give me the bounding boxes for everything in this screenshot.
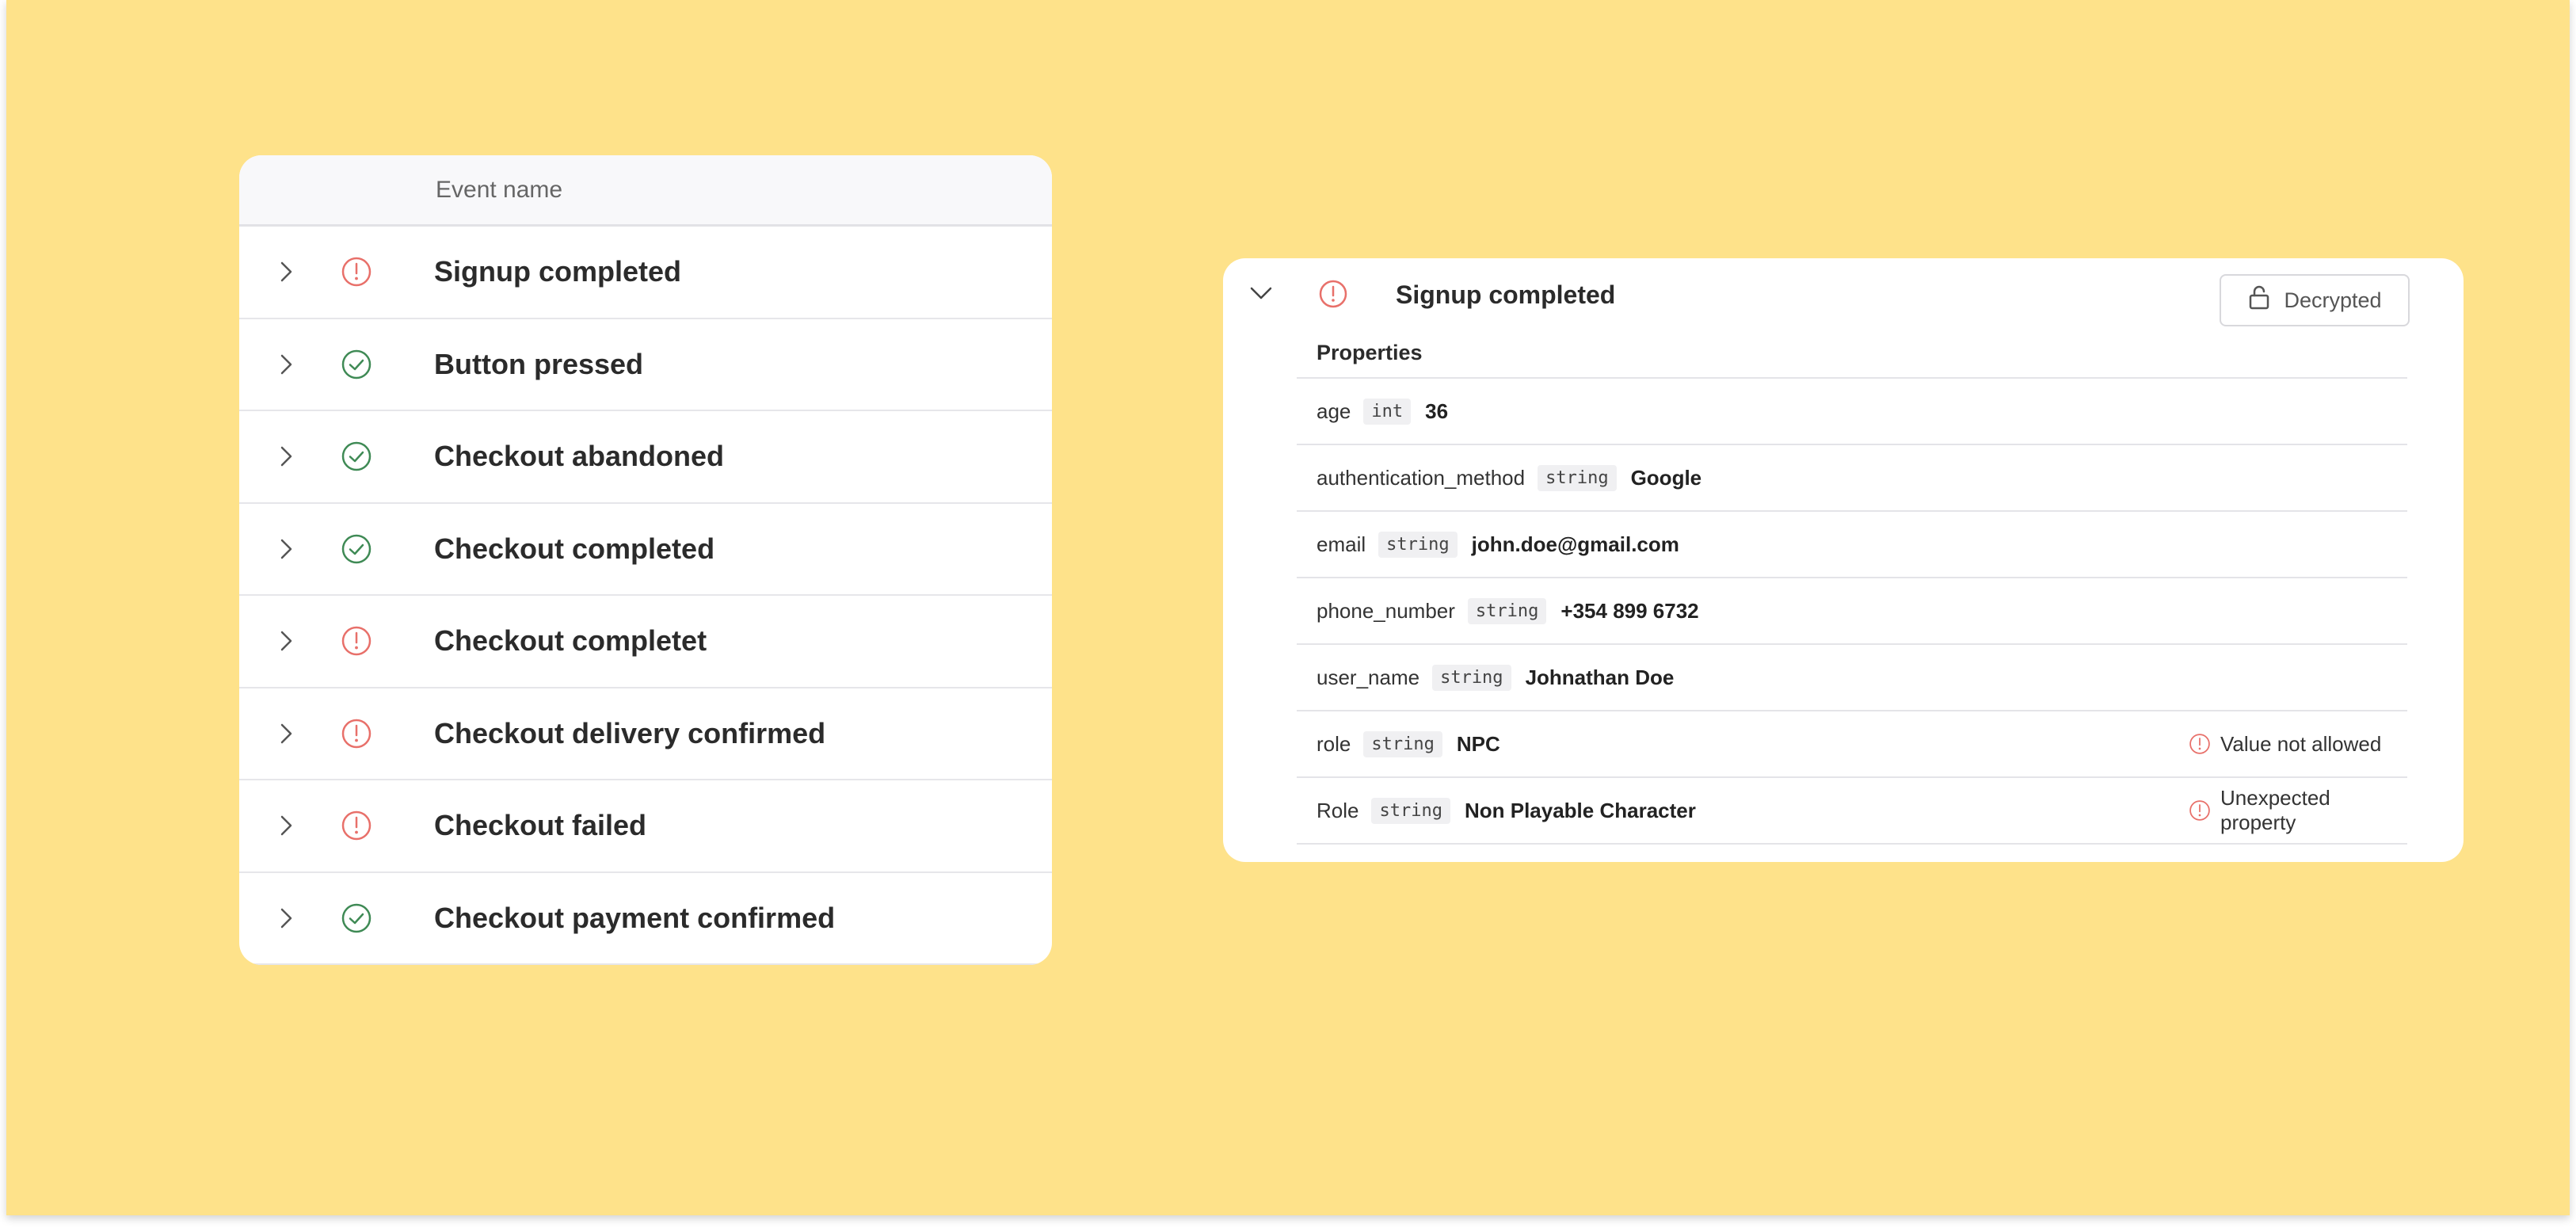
- property-row: phone_number string +354 899 6732: [1297, 578, 2407, 645]
- property-value: Johnathan Doe: [1525, 665, 1675, 689]
- property-row: age int 36: [1297, 379, 2407, 445]
- event-name: Checkout completed: [434, 532, 715, 565]
- chevron-right-icon[interactable]: [274, 814, 298, 837]
- background-canvas: Event name Signup completed Button presse…: [6, 0, 2570, 1215]
- property-type-badge: string: [1538, 464, 1617, 491]
- event-name: Checkout abandoned: [434, 440, 725, 473]
- column-header-event-name: Event name: [436, 176, 563, 203]
- alert-circle-icon: [341, 810, 372, 841]
- property-warning-text: Value not allowed: [2220, 731, 2382, 756]
- event-detail-header[interactable]: Signup completed Decrypted: [1223, 258, 2464, 330]
- property-row: Role string Non Playable Character Unexpect…: [1297, 778, 2407, 845]
- alert-circle-icon: [341, 625, 372, 657]
- alert-circle-icon: [2189, 733, 2211, 755]
- property-key: authentication_method: [1317, 465, 1526, 490]
- check-circle-icon: [341, 349, 372, 380]
- check-circle-icon: [341, 440, 372, 472]
- chevron-right-icon[interactable]: [274, 906, 298, 930]
- property-warning: Value not allowed: [2189, 732, 2381, 757]
- property-warning-text: Unexpected property: [2220, 786, 2330, 834]
- alert-circle-icon: [1318, 279, 1348, 309]
- property-key: phone_number: [1317, 598, 1455, 623]
- property-type-badge: int: [1363, 398, 1412, 425]
- property-warning: Unexpected property: [2189, 786, 2407, 835]
- property-value: Non Playable Character: [1464, 798, 1696, 822]
- chevron-right-icon[interactable]: [274, 537, 298, 561]
- table-row[interactable]: Signup completed: [239, 227, 1052, 319]
- property-type-badge: string: [1363, 730, 1442, 757]
- event-name: Checkout payment confirmed: [434, 901, 836, 934]
- event-name: Signup completed: [434, 255, 682, 288]
- table-row[interactable]: Checkout completet: [239, 596, 1052, 688]
- table-row[interactable]: Checkout payment confirmed: [239, 873, 1052, 965]
- property-value: 36: [1425, 399, 1449, 423]
- table-row[interactable]: Checkout failed: [239, 780, 1052, 873]
- unlock-icon: [2247, 285, 2271, 316]
- property-type-badge: string: [1371, 797, 1450, 824]
- chevron-right-icon[interactable]: [274, 629, 298, 653]
- alert-circle-icon: [341, 718, 372, 749]
- table-row[interactable]: Checkout completed: [239, 504, 1052, 596]
- property-value: Google: [1630, 465, 1702, 490]
- property-type-badge: string: [1432, 664, 1511, 691]
- chevron-right-icon[interactable]: [274, 260, 298, 284]
- property-key: email: [1317, 532, 1366, 556]
- property-key: user_name: [1317, 665, 1420, 689]
- property-value: john.doe@gmail.com: [1471, 532, 1679, 556]
- chevron-down-icon[interactable]: [1247, 279, 1275, 307]
- table-row[interactable]: Checkout delivery confirmed: [239, 688, 1052, 780]
- alert-circle-icon: [2189, 799, 2211, 822]
- event-name: Checkout failed: [434, 809, 647, 842]
- event-name: Checkout completet: [434, 624, 707, 658]
- property-row: role string NPC Value not allowed: [1297, 711, 2407, 778]
- event-name: Button pressed: [434, 347, 644, 380]
- chevron-right-icon[interactable]: [274, 722, 298, 746]
- properties-title: Properties: [1317, 341, 1423, 364]
- check-circle-icon: [341, 533, 372, 565]
- property-row: user_name string Johnathan Doe: [1297, 645, 2407, 711]
- decrypted-label: Decrypted: [2284, 288, 2382, 312]
- chevron-right-icon[interactable]: [274, 353, 298, 376]
- chevron-right-icon[interactable]: [274, 444, 298, 468]
- event-name: Checkout delivery confirmed: [434, 716, 826, 749]
- alert-circle-icon: [341, 256, 372, 288]
- property-key: Role: [1317, 798, 1359, 822]
- property-value: +354 899 6732: [1560, 598, 1699, 623]
- properties-list: age int 36 authentication_method string Googl…: [1297, 377, 2407, 845]
- property-type-badge: string: [1467, 597, 1547, 624]
- event-detail-panel: Signup completed Decrypted Properties ag…: [1223, 258, 2464, 862]
- property-value: NPC: [1456, 731, 1500, 756]
- property-type-badge: string: [1378, 531, 1458, 558]
- property-row: authentication_method string Google: [1297, 445, 2407, 512]
- decrypted-button[interactable]: Decrypted: [2220, 274, 2410, 326]
- events-table: Event name Signup completed Button presse…: [239, 155, 1052, 965]
- property-row: email string john.doe@gmail.com: [1297, 512, 2407, 578]
- check-circle-icon: [341, 902, 372, 934]
- table-row[interactable]: Checkout abandoned: [239, 411, 1052, 504]
- table-header: Event name: [239, 155, 1052, 227]
- events-table-body: Signup completed Button pressed Checkout a…: [239, 227, 1052, 965]
- property-key: role: [1317, 731, 1351, 756]
- event-detail-title: Signup completed: [1396, 280, 1616, 309]
- property-key: age: [1317, 399, 1351, 423]
- table-row[interactable]: Button pressed: [239, 319, 1052, 411]
